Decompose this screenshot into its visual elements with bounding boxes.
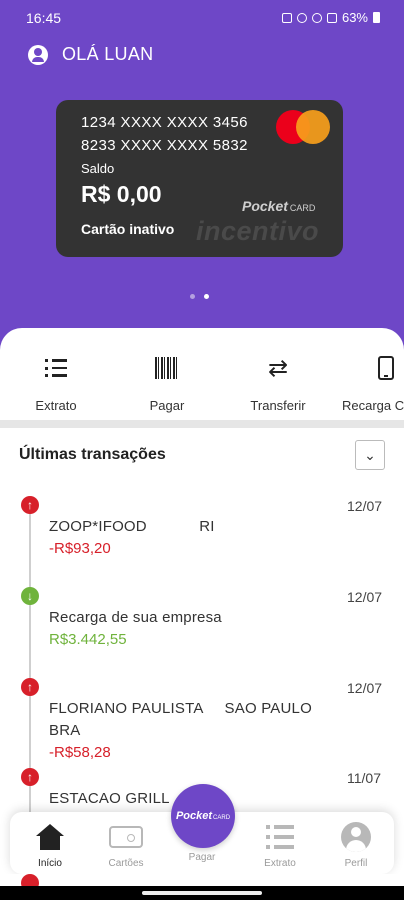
arrow-down-icon: ↓ [21, 587, 39, 605]
alarm-icon [281, 12, 292, 23]
transaction-date: 11/07 [347, 770, 381, 786]
transaction-description: Recarga de sua empresa [49, 609, 222, 626]
phone-icon [378, 356, 394, 380]
nav-item-pagar[interactable]: Pagar [170, 852, 234, 863]
arrow-up-icon: ↑ [21, 678, 39, 696]
list-icon [266, 825, 294, 849]
quick-actions: Extrato Pagar ⇄ Transferir Recarga Celul… [0, 328, 404, 420]
scroll-peek [0, 874, 404, 886]
pocket-card-logo: PocketCARD [242, 198, 316, 214]
mute-icon [296, 12, 307, 23]
transaction-description: FLORIANO PAULISTA SAO PAULO BRA [49, 700, 312, 739]
transaction-date: 12/07 [347, 680, 383, 696]
greeting: OLÁ LUAN [28, 44, 153, 65]
carousel-dot[interactable] [190, 294, 195, 299]
signal-icon [326, 12, 337, 23]
carousel-indicator [190, 294, 209, 299]
quick-action-pagar[interactable]: Pagar [121, 352, 213, 413]
balance-label: Saldo [81, 161, 115, 176]
nav-item-inicio[interactable]: Início [18, 822, 82, 869]
transaction-amount: -R$58,28 [49, 744, 111, 761]
user-icon [28, 44, 48, 65]
transaction-amount: R$3.442,55 [49, 631, 127, 648]
mastercard-logo [276, 110, 332, 146]
status-bar: 16:45 63% [0, 0, 404, 36]
transaction-date: 12/07 [347, 498, 383, 514]
profile-icon [341, 822, 371, 852]
home-icon [36, 824, 64, 850]
transaction-date: 12/07 [347, 589, 383, 605]
barcode-icon [155, 357, 179, 379]
system-gesture-bar [0, 886, 404, 900]
home-gesture-pill[interactable] [142, 891, 262, 895]
arrow-up-icon: ↑ [21, 496, 39, 514]
card-number-1: 1234 XXXX XXXX 3456 [81, 114, 248, 131]
nav-item-cartoes[interactable]: Cartões [94, 822, 158, 869]
status-icons: 63% [281, 10, 380, 25]
balance-value: R$ 0,00 [81, 181, 162, 207]
quick-action-recarga[interactable]: Recarga Celular [340, 352, 404, 413]
section-divider [0, 420, 404, 428]
transaction-amount: -R$93,20 [49, 540, 111, 557]
nav-item-perfil[interactable]: Perfil [324, 822, 388, 869]
status-time: 16:45 [26, 10, 62, 26]
nav-item-extrato[interactable]: Extrato [248, 822, 312, 869]
transactions-toggle[interactable]: ⌄ [355, 440, 385, 470]
quick-action-extrato[interactable]: Extrato [10, 352, 102, 413]
arrow-up-icon: ↑ [21, 768, 39, 786]
battery-icon [373, 12, 380, 23]
wifi-icon [311, 12, 322, 23]
incentivo-watermark: incentivo [196, 216, 320, 246]
quick-action-transferir[interactable]: ⇄ Transferir [232, 352, 324, 414]
greeting-text: OLÁ LUAN [62, 44, 154, 64]
carousel-dot-active[interactable] [204, 294, 209, 299]
card-number-2: 8233 XXXX XXXX 5832 [81, 137, 248, 154]
pocket-card-logo: PocketCARD [175, 810, 231, 822]
battery-percent: 63% [341, 10, 368, 25]
arrow-up-icon [21, 874, 39, 886]
chevron-down-icon: ⌄ [364, 446, 376, 463]
payment-card[interactable]: 1234 XXXX XXXX 3456 8233 XXXX XXXX 5832 … [56, 100, 343, 257]
transfer-icon: ⇄ [267, 354, 289, 382]
card-status: Cartão inativo [81, 221, 175, 237]
card-icon [109, 826, 143, 848]
pay-fab-button[interactable]: PocketCARD [171, 784, 235, 848]
list-icon [45, 359, 67, 377]
transaction-description: ZOOP*IFOOD RI [49, 518, 215, 535]
transaction-description: ESTACAO GRILL [49, 790, 170, 807]
transactions-title: Últimas transações [19, 446, 166, 463]
